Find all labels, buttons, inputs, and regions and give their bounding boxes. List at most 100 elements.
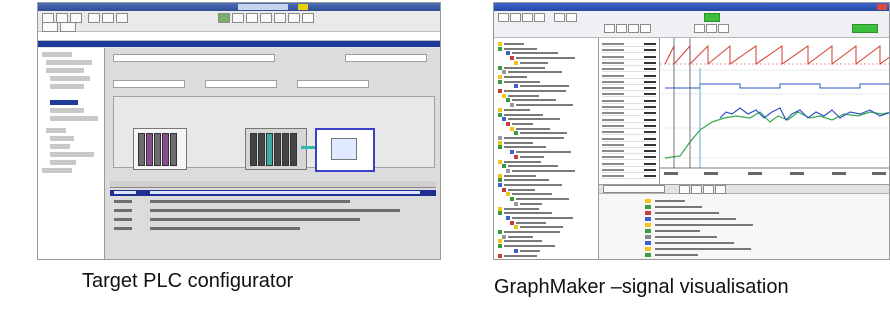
gm-toolbar-button[interactable] [522, 13, 533, 22]
tree-item[interactable] [50, 136, 74, 141]
plc-toolbar-button[interactable] [88, 13, 100, 23]
module-card[interactable] [331, 138, 357, 160]
parameter-row[interactable] [602, 137, 656, 142]
close-icon[interactable] [877, 4, 887, 10]
tree-item[interactable] [50, 144, 70, 149]
signal-tree-item[interactable] [498, 79, 592, 84]
signal-tree-item[interactable] [514, 225, 592, 230]
parameter-row[interactable] [602, 86, 656, 92]
signal-tree-item[interactable] [510, 150, 592, 155]
parameter-row[interactable] [602, 55, 656, 60]
signal-tree-item[interactable] [510, 126, 592, 131]
table-row[interactable] [110, 217, 436, 223]
gm-toolbar-button[interactable] [679, 185, 690, 194]
signal-tree-item[interactable] [514, 131, 592, 136]
legend-row[interactable] [605, 217, 885, 221]
plc-toolbar-button[interactable] [218, 13, 230, 23]
gm-toolbar-button[interactable] [703, 185, 714, 194]
tree-item[interactable] [42, 168, 72, 173]
rack-slot[interactable] [162, 133, 169, 166]
tree-item[interactable] [50, 152, 94, 157]
signal-tree-item[interactable] [502, 234, 592, 239]
legend-row[interactable] [605, 235, 885, 239]
parameter-row[interactable] [602, 118, 656, 123]
tree-item[interactable] [50, 160, 76, 165]
signal-tree-item[interactable] [498, 74, 592, 79]
signal-tree-item[interactable] [502, 117, 592, 122]
config-field[interactable] [205, 80, 277, 88]
table-row[interactable] [110, 208, 436, 214]
signal-tree-item[interactable] [510, 103, 592, 108]
signal-tree-item[interactable] [498, 112, 592, 117]
gm-toolbar-button[interactable] [604, 24, 615, 33]
parameter-row[interactable] [602, 99, 656, 104]
parameter-row[interactable] [602, 111, 656, 117]
table-row[interactable] [110, 199, 436, 205]
signal-tree-item[interactable] [510, 56, 592, 61]
legend-row[interactable] [605, 229, 885, 233]
signal-tree-item[interactable] [506, 215, 592, 220]
parameter-row[interactable] [602, 92, 656, 98]
tree-item[interactable] [46, 68, 84, 73]
legend-row[interactable] [605, 223, 885, 227]
tree-item[interactable] [50, 84, 84, 89]
gm-toolbar-button[interactable] [616, 24, 627, 33]
parameter-row[interactable] [602, 124, 656, 129]
plc-toolbar-button[interactable] [302, 13, 314, 23]
signal-tree-item[interactable] [514, 84, 592, 89]
parameter-row[interactable] [602, 80, 656, 85]
signal-tree-item[interactable] [498, 136, 592, 140]
rack-slot[interactable] [170, 133, 177, 166]
signal-tree-item[interactable] [510, 220, 592, 225]
signal-tree-item[interactable] [498, 206, 592, 211]
gm-toolbar-button[interactable] [510, 13, 521, 22]
rack-slot[interactable] [266, 133, 273, 166]
gm-toolbar-button[interactable] [498, 13, 509, 22]
signal-tree-item[interactable] [498, 239, 592, 244]
table-row[interactable] [110, 190, 436, 196]
parameter-row[interactable] [602, 48, 656, 54]
gm-run-indicator[interactable] [852, 24, 878, 33]
rack-slot[interactable] [258, 133, 265, 166]
gm-toolbar-button[interactable] [694, 24, 705, 33]
tree-item[interactable] [46, 60, 92, 65]
plc-toolbar-button[interactable] [288, 13, 300, 23]
plc-toolbar-button[interactable] [260, 13, 272, 23]
plc-rack-selected[interactable] [315, 128, 375, 172]
rack-slot[interactable] [290, 133, 297, 166]
signal-tree-item[interactable] [498, 173, 592, 178]
table-row[interactable] [110, 226, 436, 232]
legend-row[interactable] [605, 253, 885, 257]
signal-tree-item[interactable] [506, 51, 592, 56]
plc-toolbar-button[interactable] [232, 13, 244, 23]
parameter-row[interactable] [602, 149, 656, 155]
signal-tree-item[interactable] [498, 178, 592, 183]
rack-slot[interactable] [154, 133, 161, 166]
signal-tree-item[interactable] [514, 248, 592, 253]
signal-tree-item[interactable] [510, 197, 592, 202]
parameter-row[interactable] [602, 67, 656, 73]
plc-toolbar-button[interactable] [246, 13, 258, 23]
rack-slot[interactable] [146, 133, 153, 166]
legend-row[interactable] [605, 199, 885, 203]
config-field[interactable] [113, 80, 185, 88]
signal-tree-item[interactable] [514, 201, 592, 206]
legend-row[interactable] [605, 211, 885, 215]
gm-toolbar-button[interactable] [628, 24, 639, 33]
signal-tree-item[interactable] [498, 159, 592, 164]
signal-tree-item[interactable] [502, 164, 592, 169]
plc-toolbar-button[interactable] [42, 22, 58, 32]
config-field[interactable] [297, 80, 369, 88]
signal-tree-item[interactable] [498, 46, 592, 51]
signal-tree-item[interactable] [502, 93, 592, 98]
parameter-row[interactable] [602, 155, 656, 161]
parameter-row[interactable] [602, 174, 656, 180]
tree-item[interactable] [50, 116, 98, 121]
plc-rack[interactable] [133, 128, 187, 170]
signal-tree-item[interactable] [498, 253, 592, 258]
plc-toolbar-button[interactable] [60, 22, 76, 32]
signal-tree-item[interactable] [506, 168, 592, 173]
signal-tree-item[interactable] [498, 65, 592, 70]
legend-tab[interactable] [603, 185, 665, 193]
signal-tree-item[interactable] [506, 98, 592, 103]
